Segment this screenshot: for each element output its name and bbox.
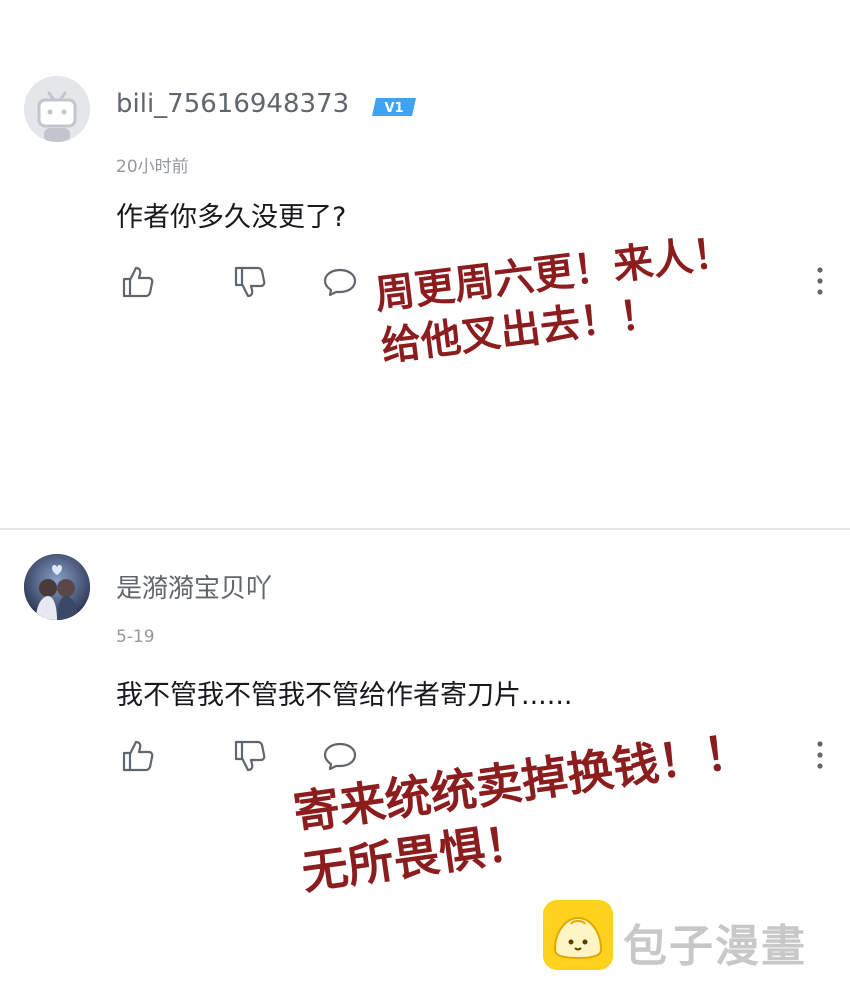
comment-text: 我不管我不管我不管给作者寄刀片...... (116, 680, 573, 711)
comment-bubble-icon[interactable] (322, 738, 358, 774)
comment-text: 作者你多久没更了? (116, 202, 347, 233)
thumb-up-icon[interactable] (120, 264, 156, 300)
avatar[interactable] (24, 554, 90, 620)
thumb-down-icon[interactable] (232, 264, 268, 300)
avatar[interactable] (24, 76, 90, 142)
more-vertical-icon[interactable] (812, 266, 828, 296)
bun-logo-icon (543, 900, 613, 970)
more-vertical-icon[interactable] (812, 740, 828, 770)
handwritten-annotation: 周更周六更！来人！ 给他叉出去！！ (372, 226, 742, 373)
comment-time: 5-19 (116, 627, 155, 647)
username[interactable]: bili_75616948373 (116, 89, 349, 119)
username[interactable]: 是漪漪宝贝吖 (116, 568, 272, 605)
thumb-up-icon[interactable] (120, 738, 156, 774)
level-badge: V1 (372, 98, 416, 116)
watermark: 包子漫畫 (543, 900, 833, 975)
couple-avatar-icon (24, 554, 90, 620)
thumb-down-icon[interactable] (232, 738, 268, 774)
comment-item: bili_75616948373 V1 20小时前 作者你多久没更了? 周更周六… (0, 0, 850, 528)
comment-time: 20小时前 (116, 157, 189, 177)
comment-bubble-icon[interactable] (322, 264, 358, 300)
tv-avatar-icon (24, 76, 90, 142)
watermark-text: 包子漫畫 (623, 921, 807, 972)
level-text: V1 (384, 101, 403, 116)
